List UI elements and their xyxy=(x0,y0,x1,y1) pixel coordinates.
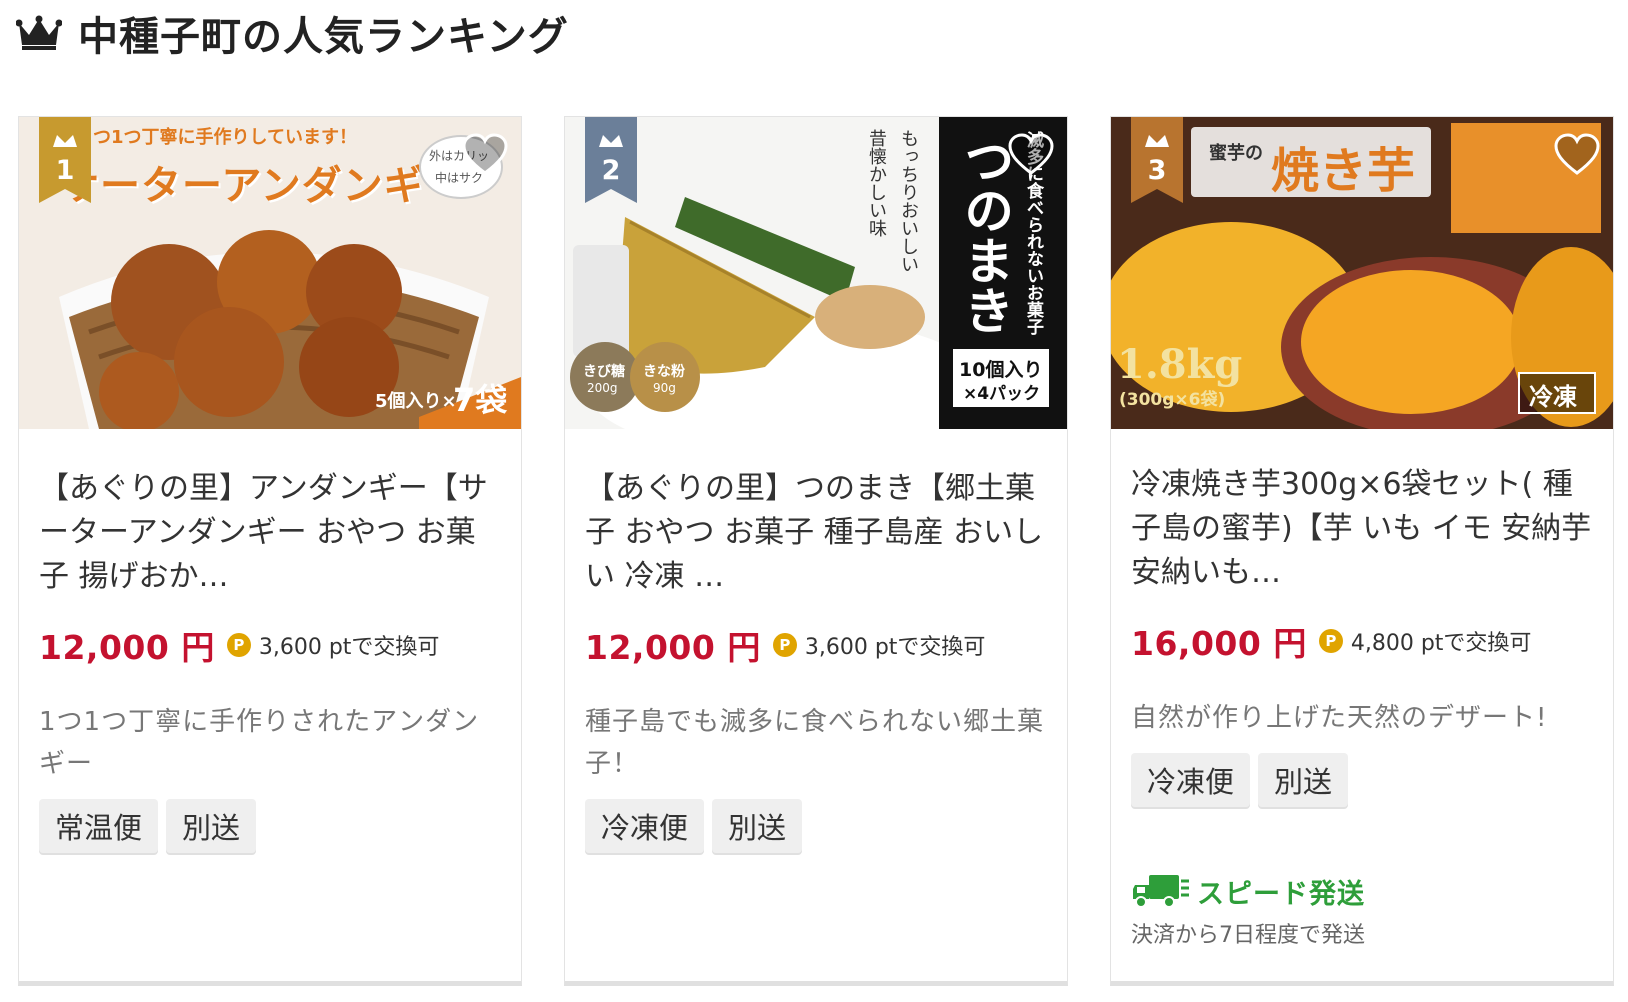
speed-shipping: スピード発送 xyxy=(1131,871,1593,911)
tag: 常温便 xyxy=(39,799,159,853)
image-weight-sub: (300g×6袋) xyxy=(1119,390,1226,410)
price-row: 16,000 円 P 4,800 ptで交換可 xyxy=(1131,617,1593,665)
product-name[interactable]: 冷凍焼き芋300g×6袋セット( 種子島の蜜芋)【芋 いも イモ 安納芋 安納い… xyxy=(1131,463,1593,595)
label-sugar: きび糖 xyxy=(583,364,625,380)
pack-count-a: 10個入り xyxy=(959,359,1043,381)
price: 12,000 円 xyxy=(39,628,215,667)
image-count-b: 7袋 xyxy=(453,381,508,419)
pack-count-b: ×4パック xyxy=(963,384,1041,404)
favorite-heart-icon[interactable] xyxy=(1007,133,1055,177)
product-name[interactable]: 【あぐりの里】つのまき【郷土菓子 おやつ お菓子 種子島産 おいしい 冷凍 … xyxy=(585,467,1047,599)
points: 4,800 ptで交換可 xyxy=(1350,631,1532,656)
page-header: 中種子町の人気ランキング xyxy=(16,8,569,60)
product-description: 種子島でも滅多に食べられない郷土菓子！ xyxy=(585,707,1045,779)
tag-list: 冷凍便 別送 xyxy=(585,799,1047,853)
price-row: 12,000 円 P 3,600 ptで交換可 xyxy=(39,621,501,669)
tag: 冷凍便 xyxy=(1131,753,1251,807)
speed-label: スピード発送 xyxy=(1197,878,1365,910)
label-sugar-weight: 200g xyxy=(587,381,618,395)
product-description: 自然が作り上げた天然のデザート! xyxy=(1131,703,1548,733)
tag-list: 常温便 別送 xyxy=(39,799,501,853)
ranking-card-1[interactable]: つ1つ丁寧に手作りしています！ サーターアンダンギー 外はカリッ 中はサク 5個… xyxy=(18,116,522,986)
point-icon: P xyxy=(1318,629,1343,653)
image-title: 焼き芋 xyxy=(1271,143,1416,199)
price-row: 12,000 円 P 3,600 ptで交換可 xyxy=(585,621,1047,669)
image-title: サーターアンダンギー xyxy=(59,163,466,209)
image-sub-b: 昔懐かしい味 xyxy=(866,129,887,237)
frozen-label: 冷凍 xyxy=(1529,383,1577,411)
speed-note: 決済から7日程度で発送 xyxy=(1131,923,1365,948)
image-sub-a: もっちりおいしい xyxy=(898,129,919,273)
image-title: つのまき xyxy=(956,135,1014,335)
image-tagline: つ1つ丁寧に手作りしています！ xyxy=(93,127,357,148)
ranking-card-3[interactable]: 蜜芋の 焼き芋 1.8kg (300g×6袋) 冷凍 3 冷凍焼き芋300g×6… xyxy=(1110,116,1614,986)
points: 3,600 ptで交換可 xyxy=(258,635,440,660)
point-icon: P xyxy=(226,633,251,657)
tag: 別送 xyxy=(1258,753,1349,807)
rank-number: 3 xyxy=(1147,155,1167,186)
tag: 別送 xyxy=(166,799,257,853)
product-image[interactable]: つのまき 滅多に食べられないお菓子 もっちりおいしい 昔懐かしい味 きび糖 20… xyxy=(565,117,1067,429)
truck-icon xyxy=(1133,875,1189,908)
page-title: 中種子町の人気ランキング xyxy=(78,14,569,60)
tag: 冷凍便 xyxy=(585,799,705,853)
image-count-a: 5個入り× xyxy=(375,391,457,412)
favorite-heart-icon[interactable] xyxy=(1553,133,1601,177)
price: 16,000 円 xyxy=(1131,624,1307,663)
image-sub: 蜜芋の xyxy=(1209,143,1263,164)
crown-icon xyxy=(16,15,62,50)
rank-number: 2 xyxy=(601,155,621,186)
product-image[interactable]: 蜜芋の 焼き芋 1.8kg (300g×6袋) 冷凍 3 xyxy=(1111,117,1613,429)
rank-number: 1 xyxy=(55,155,75,186)
label-kinako-weight: 90g xyxy=(653,381,676,395)
label-kinako: きな粉 xyxy=(643,364,685,380)
points: 3,600 ptで交換可 xyxy=(804,635,986,660)
tag: 別送 xyxy=(712,799,803,853)
image-weight: 1.8kg xyxy=(1117,341,1243,388)
product-description: 1つ1つ丁寧に手作りされたアンダンギー xyxy=(39,707,480,779)
point-icon: P xyxy=(772,633,797,657)
ranking-card-2[interactable]: つのまき 滅多に食べられないお菓子 もっちりおいしい 昔懐かしい味 きび糖 20… xyxy=(564,116,1068,986)
price: 12,000 円 xyxy=(585,628,761,667)
tag-list: 冷凍便 別送 xyxy=(1131,753,1593,807)
product-name[interactable]: 【あぐりの里】アンダンギー【サーターアンダンギー おやつ お菓子 揚げおか… xyxy=(39,467,501,599)
product-image[interactable]: つ1つ丁寧に手作りしています！ サーターアンダンギー 外はカリッ 中はサク 5個… xyxy=(19,117,521,429)
favorite-heart-icon[interactable] xyxy=(461,133,509,177)
